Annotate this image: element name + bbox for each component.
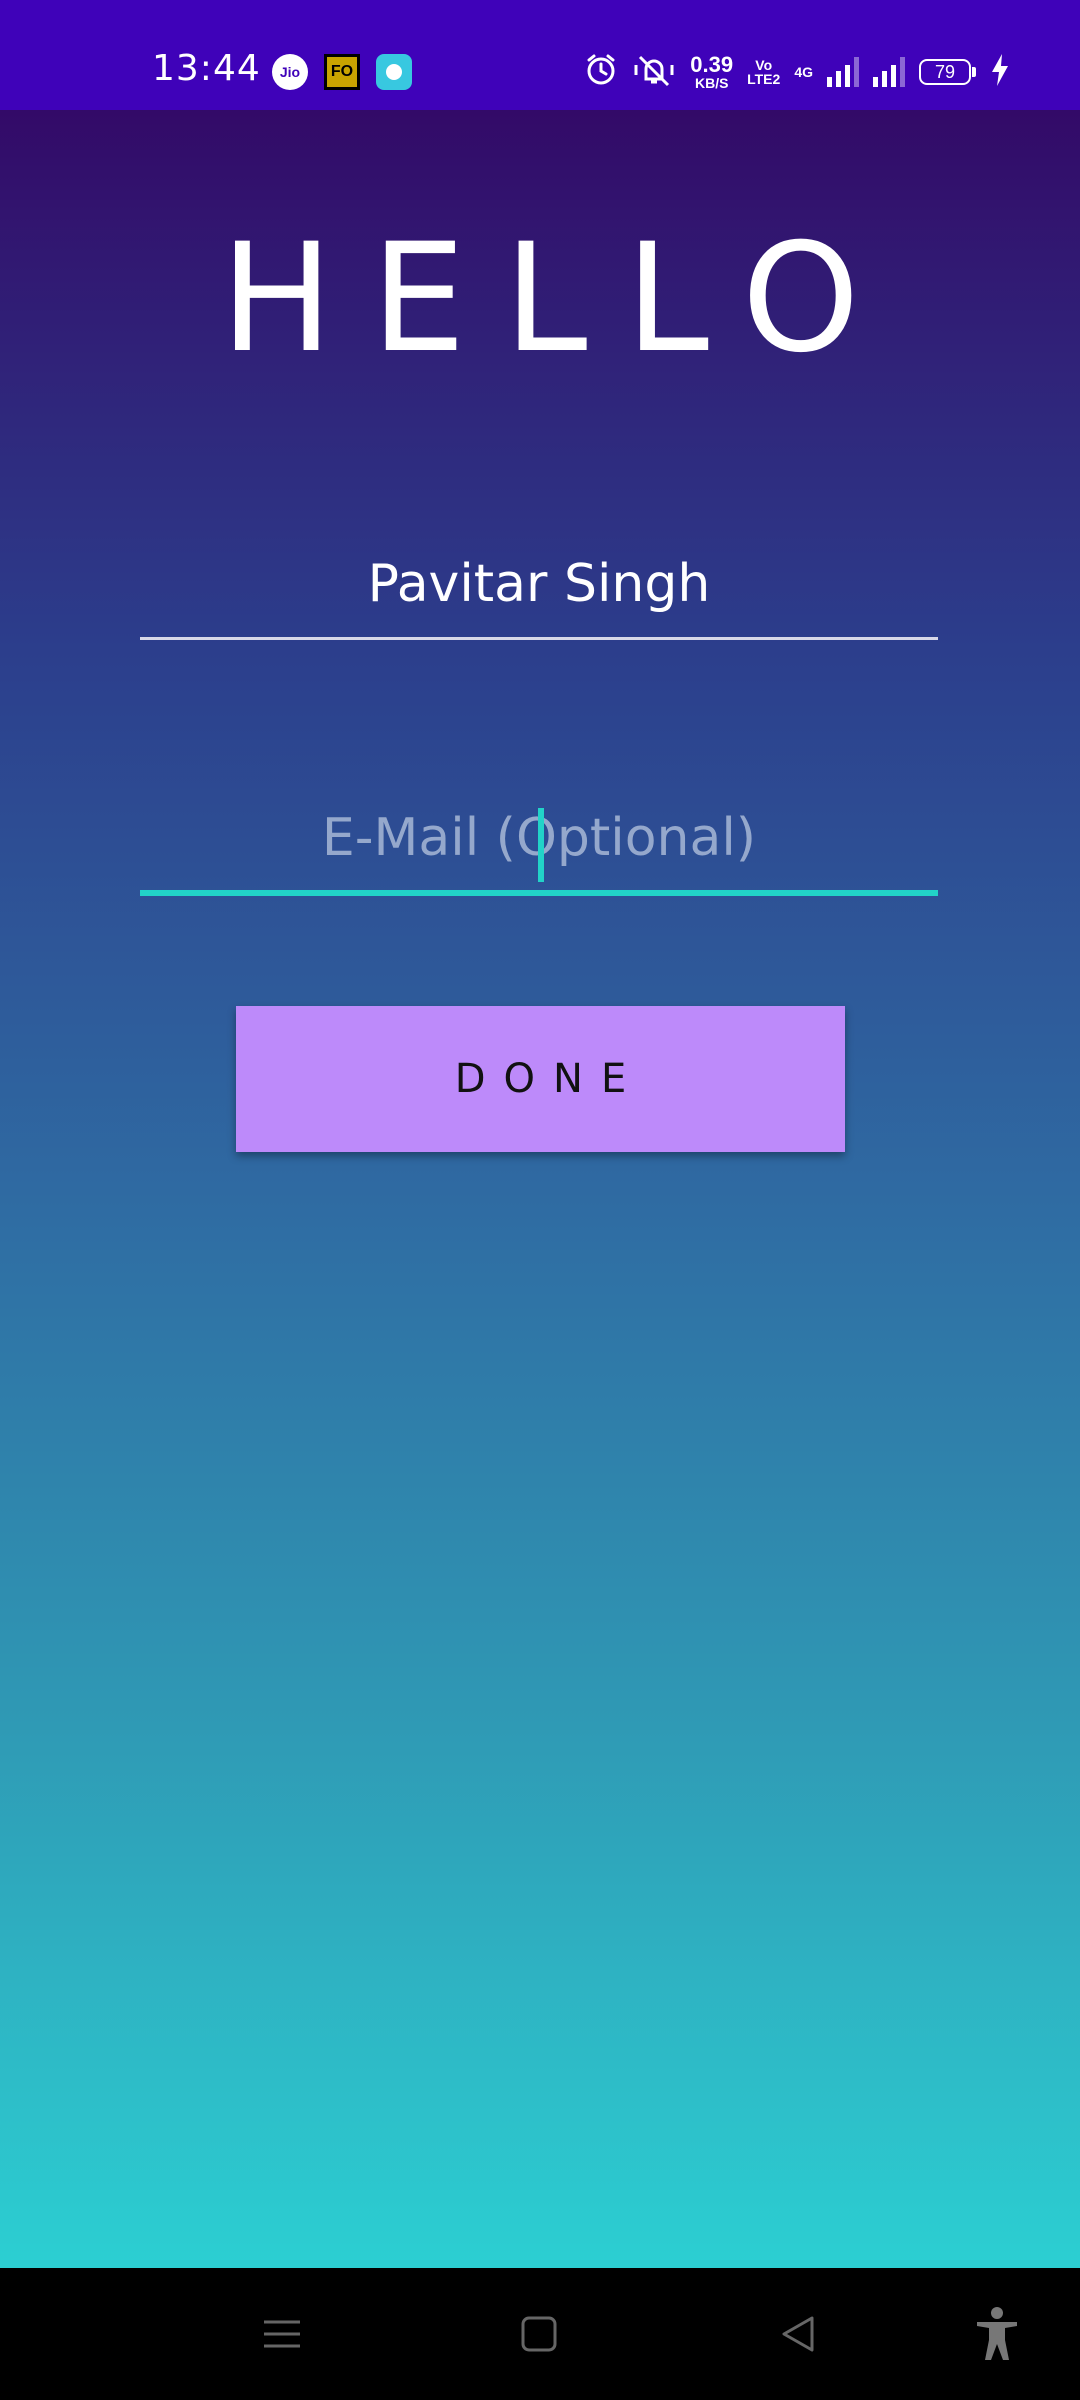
chat-app-icon: [376, 54, 412, 90]
volte-indicator: Vo LTE2: [747, 58, 780, 86]
jio-icon: Jio: [272, 54, 308, 90]
volte-top: Vo: [755, 57, 773, 73]
signal-2-icon: [873, 57, 905, 87]
charging-icon: [990, 54, 1010, 90]
network-type: 4G: [794, 65, 813, 79]
status-right-group: 0.39 KB/S Vo LTE2 4G 79: [584, 50, 1010, 94]
status-time: 13:44: [152, 48, 261, 89]
greeting-title: HELLO: [220, 212, 898, 386]
battery-level: 79: [919, 59, 971, 85]
main-content: HELLO DONE: [0, 110, 1080, 2268]
network-type-label: 4G: [794, 64, 813, 80]
navigation-bar: [0, 2268, 1080, 2400]
name-field[interactable]: [140, 530, 938, 640]
alarm-icon: [584, 53, 618, 91]
home-icon[interactable]: [509, 2304, 569, 2364]
battery-icon: 79: [919, 59, 976, 85]
net-speed: 0.39 KB/S: [690, 52, 734, 91]
fo-app-icon: FO: [324, 54, 360, 90]
muted-vibrate-icon: [632, 53, 676, 91]
net-speed-unit: KB/S: [694, 75, 729, 91]
volte-bottom: LTE2: [747, 71, 781, 87]
accessibility-icon[interactable]: [967, 2304, 1027, 2364]
back-icon[interactable]: [768, 2304, 828, 2364]
net-speed-value: 0.39: [690, 52, 734, 77]
done-button[interactable]: DONE: [236, 1006, 845, 1152]
status-bar: 13:44 Jio FO 0.39 KB/S Vo LTE2 4G 79: [0, 0, 1080, 110]
text-cursor: [538, 808, 544, 882]
screen: 13:44 Jio FO 0.39 KB/S Vo LTE2 4G 79 HEL…: [0, 0, 1080, 2400]
signal-1-icon: [827, 57, 859, 87]
recent-apps-icon[interactable]: [252, 2304, 312, 2364]
